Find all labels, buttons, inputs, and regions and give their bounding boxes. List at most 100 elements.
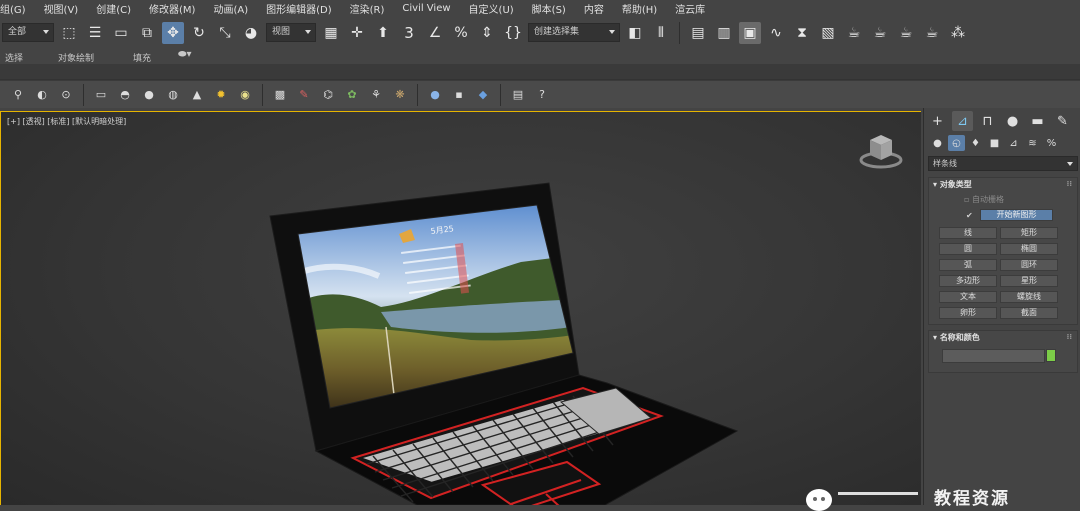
window-crossing-icon[interactable]: ⧉ xyxy=(136,22,158,44)
egg-button[interactable]: 卵形 xyxy=(939,307,997,319)
proxy-icon[interactable]: ✎ xyxy=(294,85,314,105)
star-button[interactable]: 星形 xyxy=(1000,275,1058,287)
select-manipulate-icon[interactable]: ✛ xyxy=(346,22,368,44)
systems-icon[interactable]: % xyxy=(1043,135,1060,151)
mesh-icon[interactable]: ▩ xyxy=(270,85,290,105)
mirror-icon[interactable]: ◧ xyxy=(624,22,646,44)
edit-named-selection-icon[interactable]: {} xyxy=(502,22,524,44)
object-color-swatch[interactable] xyxy=(1046,349,1056,362)
menu-group[interactable]: 组(G) xyxy=(0,1,35,16)
lights-icon[interactable]: ♦ xyxy=(967,135,984,151)
menu-render-cloud[interactable]: 渲云库 xyxy=(666,1,714,16)
render-production-icon[interactable]: ☕ xyxy=(895,22,917,44)
selection-filter-combo[interactable]: 全部 xyxy=(2,23,54,42)
settings-icon[interactable]: ▤ xyxy=(508,85,528,105)
helpers-icon[interactable]: ⊿ xyxy=(1005,135,1022,151)
layer-explorer-icon[interactable]: ▥ xyxy=(713,22,735,44)
arc-button[interactable]: 弧 xyxy=(939,259,997,271)
space-warps-icon[interactable]: ≋ xyxy=(1024,135,1041,151)
start-new-shape-button[interactable]: 开始新图形 xyxy=(980,209,1053,221)
sunlight-icon[interactable]: ⚲ xyxy=(8,85,28,105)
scene-explorer-icon[interactable]: ▤ xyxy=(687,22,709,44)
plane-icon[interactable]: ▭ xyxy=(91,85,111,105)
menu-scripting[interactable]: 脚本(S) xyxy=(523,1,575,16)
section-button[interactable]: 截面 xyxy=(1000,307,1058,319)
render-activeshade-icon[interactable]: ☕ xyxy=(921,22,943,44)
select-object-icon[interactable]: ⬚ xyxy=(58,22,80,44)
geosphere-icon[interactable]: ◍ xyxy=(163,85,183,105)
camera-icon[interactable]: ⊙ xyxy=(56,85,76,105)
menu-view[interactable]: 视图(V) xyxy=(35,1,88,16)
move-icon[interactable]: ✥ xyxy=(162,21,184,44)
menu-content[interactable]: 内容 xyxy=(575,1,613,16)
menu-rendering[interactable]: 渲染(R) xyxy=(341,1,394,16)
object-name-field[interactable] xyxy=(942,349,1045,363)
angle-snap-icon[interactable]: ∠ xyxy=(424,22,446,44)
start-new-shape-checkbox[interactable]: ✔ xyxy=(966,211,973,220)
scale-icon[interactable]: ⤡ xyxy=(214,22,236,44)
rect-selection-icon[interactable]: ▭ xyxy=(110,22,132,44)
menu-modifiers[interactable]: 修改器(M) xyxy=(140,1,204,16)
donut-button[interactable]: 圆环 xyxy=(1000,259,1058,271)
menu-customize[interactable]: 自定义(U) xyxy=(460,1,523,16)
menu-create[interactable]: 创建(C) xyxy=(87,1,140,16)
text-button[interactable]: 文本 xyxy=(939,291,997,303)
snaps-toggle-icon[interactable]: 3 xyxy=(398,22,420,44)
ribbon-tab-fill[interactable]: 填充 xyxy=(133,51,151,64)
utilities-tab-icon[interactable]: ✎ xyxy=(1052,111,1073,131)
shapes-icon[interactable]: ◵ xyxy=(948,135,965,151)
select-by-name-icon[interactable]: ☰ xyxy=(84,22,106,44)
menu-animation[interactable]: 动画(A) xyxy=(204,1,257,16)
helix-button[interactable]: 螺旋线 xyxy=(1000,291,1058,303)
autogrid-checkbox[interactable]: ▫ 自动栅格 xyxy=(964,194,1004,205)
align-icon[interactable]: ⫴ xyxy=(650,22,672,44)
modify-tab-icon[interactable]: ⊿ xyxy=(952,111,973,131)
ribbon-tab-object-paint[interactable]: 对象绘制 xyxy=(58,51,94,64)
create-tab-icon[interactable]: + xyxy=(927,111,948,131)
material-ball-icon[interactable]: ● xyxy=(425,85,445,105)
render-cloud-icon[interactable]: ⁂ xyxy=(947,22,969,44)
fur-icon[interactable]: ✿ xyxy=(342,85,362,105)
object-type-header[interactable]: ▾ 对象类型 ⁞⁞ xyxy=(929,178,1077,192)
pivot-center-icon[interactable]: ▦ xyxy=(320,22,342,44)
converter-icon[interactable]: ◆ xyxy=(473,85,493,105)
menu-graph-editors[interactable]: 图形编辑器(D) xyxy=(257,1,341,16)
daylight-icon[interactable]: ◐ xyxy=(32,85,52,105)
spinner-snap-icon[interactable]: ⇕ xyxy=(476,22,498,44)
display-tab-icon[interactable]: ▬ xyxy=(1027,111,1048,131)
material-library-icon[interactable]: ▪ xyxy=(449,85,469,105)
motion-tab-icon[interactable]: ● xyxy=(1002,111,1023,131)
rectangle-button[interactable]: 矩形 xyxy=(1000,227,1058,239)
ribbon-tab-select[interactable]: 选择 xyxy=(5,51,23,64)
render-setup-icon[interactable]: ☕ xyxy=(843,22,865,44)
keyboard-shortcut-icon[interactable]: ⬆ xyxy=(372,22,394,44)
line-button[interactable]: 线 xyxy=(939,227,997,239)
ribbon-options-icon[interactable]: ⬬▾ xyxy=(178,49,192,60)
menu-civil-view[interactable]: Civil View xyxy=(393,3,459,14)
hemisphere-icon[interactable]: ◓ xyxy=(115,85,135,105)
menu-help[interactable]: 帮助(H) xyxy=(613,1,666,16)
reference-coord-combo[interactable]: 视图 xyxy=(266,23,316,42)
hierarchy-tab-icon[interactable]: ⊓ xyxy=(977,111,998,131)
perspective-viewport[interactable]: [+] [透视] [标准] [默认明暗处理] 5月25 xyxy=(0,111,921,505)
sphere-icon[interactable]: ● xyxy=(139,85,159,105)
cloud-icon[interactable]: ❋ xyxy=(390,85,410,105)
shape-category-select[interactable]: 样条线 xyxy=(928,156,1078,171)
help-icon[interactable]: ? xyxy=(532,85,552,105)
geometry-icon[interactable]: ● xyxy=(929,135,946,151)
rendered-frame-window-icon[interactable]: ☕ xyxy=(869,22,891,44)
schematic-view-icon[interactable]: ⧗ xyxy=(791,22,813,44)
material-editor-icon[interactable]: ▧ xyxy=(817,22,839,44)
cone-icon[interactable]: ▲ xyxy=(187,85,207,105)
curve-editor-icon[interactable]: ∿ xyxy=(765,22,787,44)
sun-icon[interactable]: ✹ xyxy=(211,85,231,105)
scatter-icon[interactable]: ⌬ xyxy=(318,85,338,105)
light-bulb-icon[interactable]: ◉ xyxy=(235,85,255,105)
cameras-icon[interactable]: ■ xyxy=(986,135,1003,151)
named-selection-sets-combo[interactable]: 创建选择集 xyxy=(528,23,620,42)
ribbon-toggle-icon[interactable]: ▣ xyxy=(739,21,761,44)
ellipse-button[interactable]: 椭圆 xyxy=(1000,243,1058,255)
rotate-icon[interactable]: ↻ xyxy=(188,22,210,44)
name-color-header[interactable]: ▾ 名称和颜色 ⁞⁞ xyxy=(929,331,1077,345)
circle-button[interactable]: 圆 xyxy=(939,243,997,255)
